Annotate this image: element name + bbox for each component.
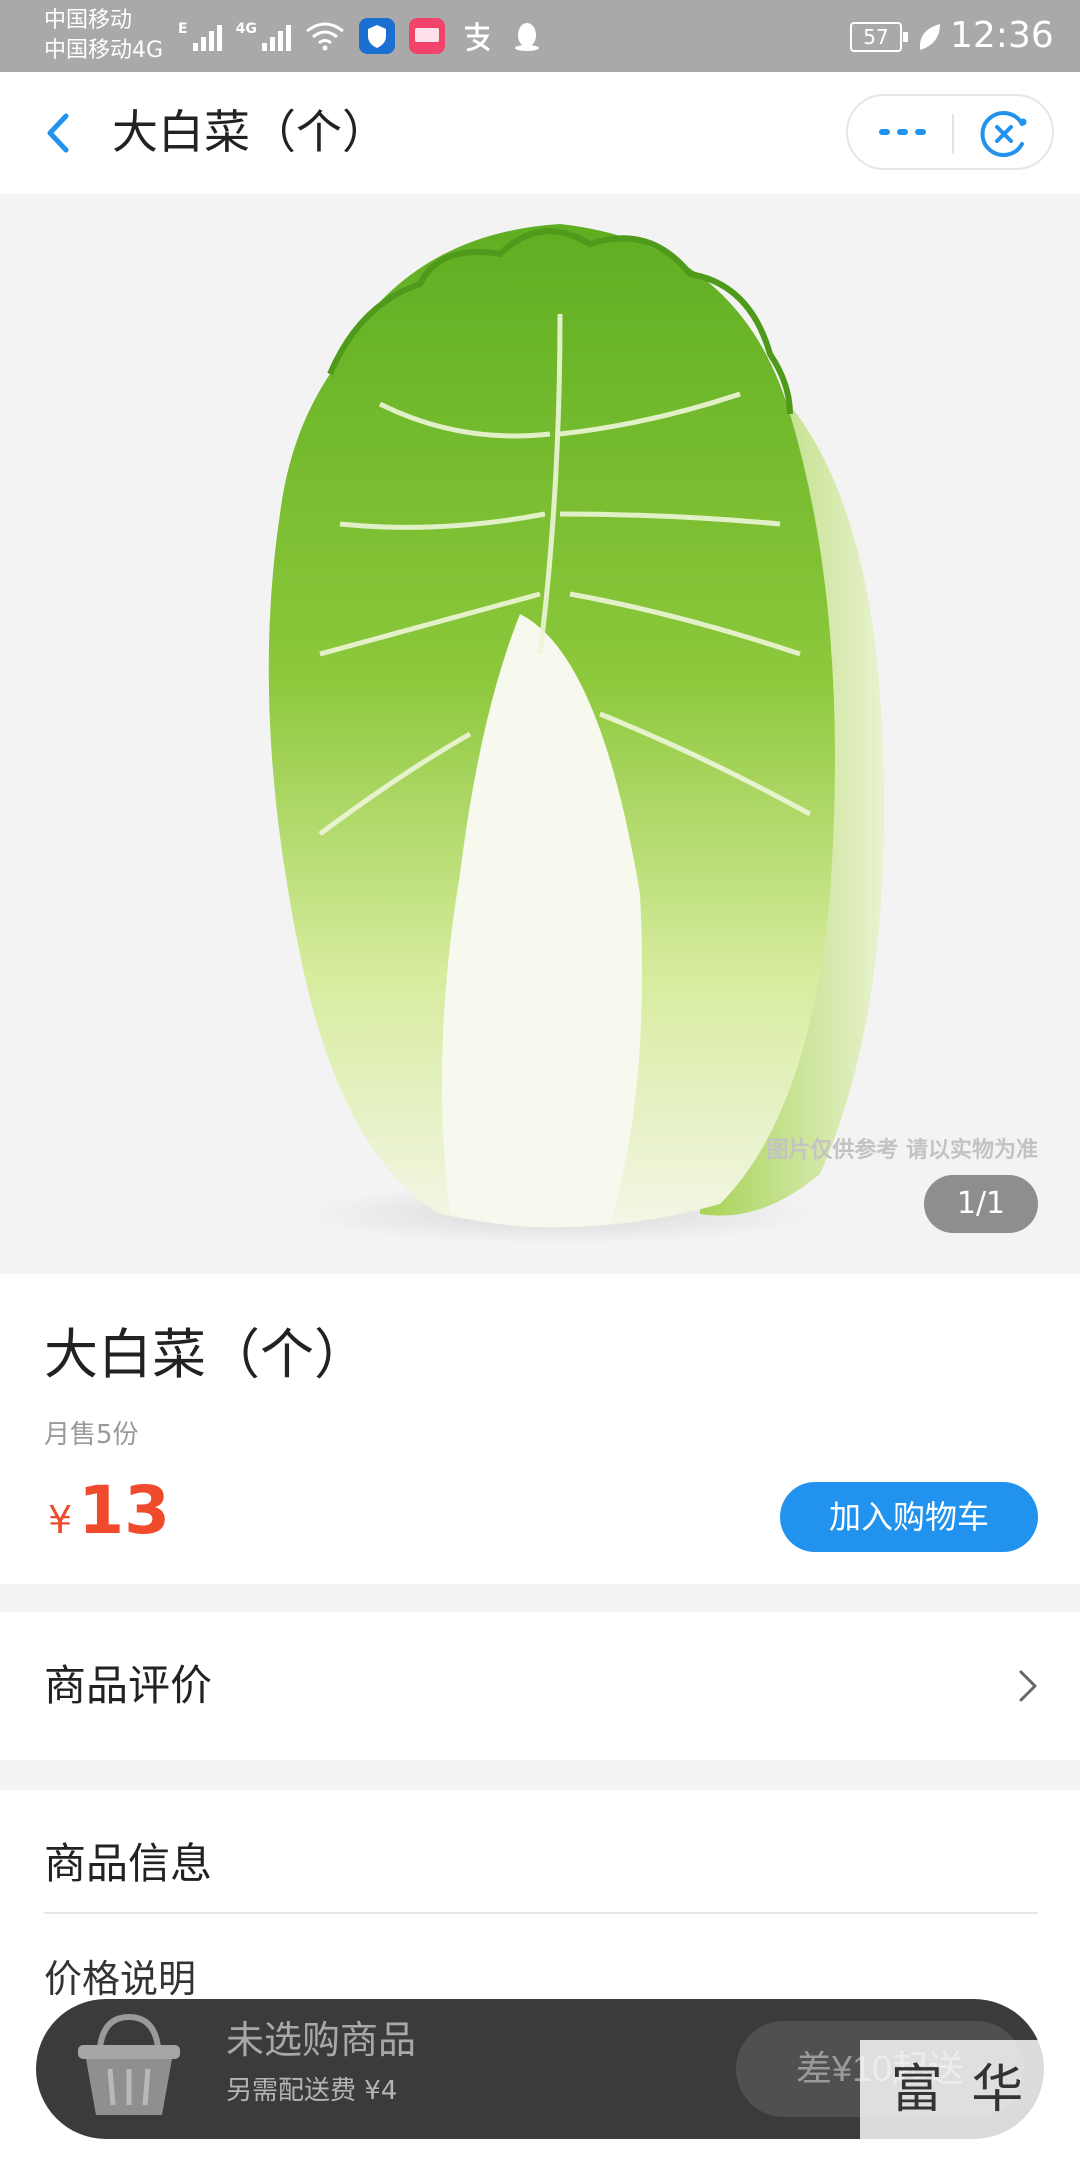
chevron-right-icon [1019, 1670, 1037, 1702]
pinduoduo-app-icon [408, 18, 445, 54]
reviews-label: 商品评价 [44, 1661, 213, 1710]
price-note-label: 价格说明 [44, 1957, 197, 2001]
carrier-labels: 中国移动 中国移动4G [44, 6, 163, 66]
carrier-1: 中国移动 [44, 8, 133, 33]
image-disclaimer: 图片仅供参考 请以实物为准 [766, 1138, 1038, 1163]
shield-app-icon [358, 18, 395, 54]
battery-icon: 57 [850, 22, 908, 52]
carrier-2: 中国移动4G [44, 38, 164, 63]
product-reviews-row[interactable]: 商品评价 [0, 1612, 1080, 1760]
image-counter: 1/1 [924, 1175, 1038, 1233]
chevron-left-icon[interactable] [38, 108, 78, 158]
alipay-icon [464, 22, 490, 52]
status-bar: 中国移动 中国移动4G E 4G 57 12:36 [0, 0, 1080, 72]
product-info-card: 大白菜（个） 月售5份 ¥13 加入购物车 [0, 1274, 1080, 1584]
currency-symbol: ¥ [48, 1498, 73, 1542]
add-to-cart-button[interactable]: 加入购物车 [780, 1482, 1038, 1552]
product-price: ¥13 [48, 1472, 170, 1549]
capsule-divider [952, 114, 954, 154]
price-value: 13 [78, 1472, 171, 1549]
monthly-sales: 月售5份 [44, 1420, 139, 1450]
page-title: 大白菜（个） [112, 105, 388, 159]
leaf-icon [919, 24, 940, 50]
delivery-fee-text: 另需配送费 ¥4 [226, 2076, 398, 2106]
napa-cabbage-photo [268, 224, 884, 1244]
product-image-carousel[interactable]: 图片仅供参考 请以实物为准 1/1 [0, 194, 1080, 1274]
product-title: 大白菜（个） [44, 1323, 368, 1386]
signal-tag-2: 4G [235, 21, 257, 37]
close-miniprogram-icon[interactable] [978, 108, 1030, 160]
site-watermark: 富 华 网 [860, 2040, 1060, 2140]
nav-bar: 大白菜（个） [0, 72, 1080, 194]
qq-icon [514, 23, 539, 51]
goods-info-label: 商品信息 [44, 1839, 213, 1888]
miniprogram-capsule [846, 94, 1054, 170]
signal-tag-1: E [178, 21, 188, 37]
cart-empty-text: 未选购商品 [226, 2018, 417, 2062]
status-icons: E 4G [178, 14, 545, 58]
signal-icon: 4G [236, 21, 291, 51]
signal-icon: E [178, 21, 222, 51]
more-dots-icon[interactable] [868, 106, 938, 158]
clock: 12:36 [950, 15, 1054, 56]
wifi-icon [305, 22, 344, 51]
divider [44, 1912, 1038, 1914]
basket-icon[interactable] [70, 2011, 188, 2121]
